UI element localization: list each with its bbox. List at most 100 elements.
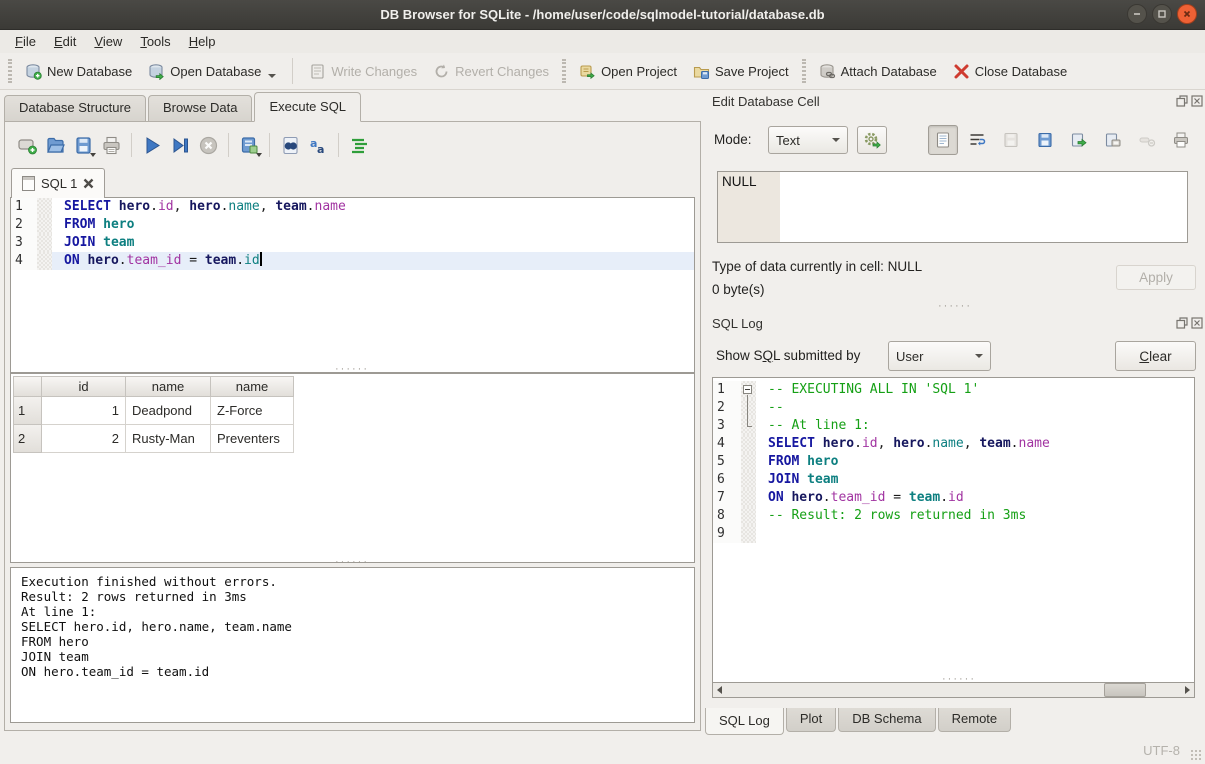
scrollbar-thumb[interactable] xyxy=(1104,683,1146,697)
splitter-handle[interactable]: ······ xyxy=(942,676,976,682)
table-cell[interactable]: 1 xyxy=(42,397,126,425)
minimize-button[interactable] xyxy=(1127,4,1147,24)
dock-tab-bar: SQL LogPlotDB SchemaRemote xyxy=(705,708,1013,735)
table-cell[interactable]: Z-Force xyxy=(211,397,294,425)
splitter-handle[interactable]: ······ xyxy=(335,366,369,372)
scroll-left-arrow[interactable] xyxy=(713,683,726,697)
text-document-button[interactable] xyxy=(928,125,958,155)
table-cell[interactable]: Preventers xyxy=(211,425,294,453)
column-header-name[interactable]: name xyxy=(211,376,294,397)
execute-line-button[interactable] xyxy=(166,131,194,159)
splitter-handle[interactable]: ······ xyxy=(938,303,972,309)
toolbar-drag-handle[interactable] xyxy=(8,59,12,83)
table-cell[interactable]: Deadpond xyxy=(126,397,211,425)
new-db-button[interactable]: New Database xyxy=(17,59,140,84)
fold-margin xyxy=(37,216,52,234)
print-cell-button[interactable] xyxy=(1166,125,1196,155)
find-replace-button[interactable] xyxy=(276,131,304,159)
revert-button[interactable]: Revert Changes xyxy=(425,59,557,84)
attach-button[interactable]: Attach Database xyxy=(811,59,945,84)
clear-log-button[interactable]: Clear xyxy=(1115,341,1196,371)
code-text: -- Result: 2 rows returned in 3ms xyxy=(756,507,1194,525)
menu-file[interactable]: File xyxy=(6,32,45,51)
toolbar-drag-handle[interactable] xyxy=(802,59,806,83)
toolbar-drag-handle[interactable] xyxy=(562,59,566,83)
format-sql-button[interactable] xyxy=(345,131,373,159)
export-cell-button[interactable] xyxy=(1064,125,1094,155)
dock-tab-remote[interactable]: Remote xyxy=(938,708,1012,732)
save-sql-file-button[interactable] xyxy=(69,131,97,159)
fold-collapse-icon[interactable] xyxy=(743,385,752,394)
resize-grip[interactable] xyxy=(1190,749,1202,761)
code-line: 2-- xyxy=(713,399,1194,417)
log-filter-label: Show SQL submitted by xyxy=(716,348,860,363)
menu-help[interactable]: Help xyxy=(180,32,225,51)
close-button[interactable] xyxy=(1177,4,1197,24)
save-cell-button[interactable] xyxy=(996,125,1026,155)
scrollbar-track[interactable] xyxy=(726,683,1181,697)
save-proj-button[interactable]: Save Project xyxy=(685,59,797,84)
float-panel-icon[interactable] xyxy=(1176,95,1188,107)
menu-view[interactable]: View xyxy=(85,32,131,51)
menu-tools[interactable]: Tools xyxy=(131,32,179,51)
chevron-down-icon[interactable] xyxy=(256,153,262,157)
table-cell[interactable]: Rusty-Man xyxy=(126,425,211,453)
sql-file-tab[interactable]: SQL 1 xyxy=(11,168,105,198)
open-external-button[interactable] xyxy=(1098,125,1128,155)
close-panel-icon[interactable] xyxy=(1191,317,1203,329)
open-proj-button[interactable]: Open Project xyxy=(571,59,685,84)
code-text: ON hero.team_id = team.id xyxy=(52,252,694,270)
row-header[interactable]: 2 xyxy=(13,425,42,453)
chevron-down-icon[interactable] xyxy=(90,153,96,157)
cell-mode-select[interactable]: Text xyxy=(768,126,848,154)
apply-button[interactable]: Apply xyxy=(1116,265,1196,290)
log-filter-select[interactable]: User xyxy=(888,341,991,371)
results-corner-cell[interactable] xyxy=(13,376,42,397)
chevron-down-icon[interactable] xyxy=(268,74,276,78)
word-wrap-button[interactable] xyxy=(962,125,992,155)
tab-browse-data[interactable]: Browse Data xyxy=(148,95,252,122)
close-tab-icon[interactable] xyxy=(83,178,94,189)
code-text: SELECT hero.id, hero.name, team.name xyxy=(52,198,694,216)
save-cell-icon xyxy=(1002,131,1020,149)
results-header-row: idnamename xyxy=(13,376,694,397)
dock-tab-plot[interactable]: Plot xyxy=(786,708,836,732)
maximize-button[interactable] xyxy=(1152,4,1172,24)
cell-type-info: Type of data currently in cell: NULL xyxy=(712,259,922,274)
print-cell-icon xyxy=(1172,131,1190,149)
open-sql-file-button[interactable] xyxy=(41,131,69,159)
close-panel-icon[interactable] xyxy=(1191,95,1203,107)
float-panel-icon[interactable] xyxy=(1176,317,1188,329)
menu-edit[interactable]: Edit xyxy=(45,32,85,51)
open-db-button[interactable]: Open Database xyxy=(140,59,284,84)
sql-editor[interactable]: 1SELECT hero.id, hero.name, team.name2FR… xyxy=(10,197,695,373)
new-sql-tab-button[interactable] xyxy=(13,131,41,159)
save-results-button[interactable] xyxy=(235,131,263,159)
autocomplete-button[interactable]: aa xyxy=(304,131,332,159)
table-cell[interactable]: 2 xyxy=(42,425,126,453)
tab-execute-sql[interactable]: Execute SQL xyxy=(254,92,361,122)
titlebar[interactable]: DB Browser for SQLite - /home/user/code/… xyxy=(0,0,1205,30)
scroll-right-arrow[interactable] xyxy=(1181,683,1194,697)
print-sql-button[interactable] xyxy=(97,131,125,159)
tab-database-structure[interactable]: Database Structure xyxy=(4,95,146,122)
column-header-name[interactable]: name xyxy=(126,376,211,397)
line-number: 9 xyxy=(713,525,741,543)
splitter-handle[interactable]: ······ xyxy=(335,559,369,565)
dock-tab-sql-log[interactable]: SQL Log xyxy=(705,708,784,735)
row-header[interactable]: 1 xyxy=(13,397,42,425)
column-header-id[interactable]: id xyxy=(42,376,126,397)
dock-tab-db-schema[interactable]: DB Schema xyxy=(838,708,935,732)
set-null-button[interactable] xyxy=(1132,125,1162,155)
execute-all-button[interactable] xyxy=(138,131,166,159)
stop-button[interactable] xyxy=(194,131,222,159)
execution-log[interactable]: Execution finished without errors. Resul… xyxy=(10,567,695,723)
sql-log-view[interactable]: 1-- EXECUTING ALL IN 'SQL 1'2--3-- At li… xyxy=(712,377,1195,682)
execution-log-text: Execution finished without errors. Resul… xyxy=(21,574,684,679)
close-db-button[interactable]: Close Database xyxy=(945,59,1076,84)
code-line: 7ON hero.team_id = team.id xyxy=(713,489,1194,507)
write-button[interactable]: Write Changes xyxy=(301,59,425,84)
auto-mode-button[interactable] xyxy=(857,126,887,154)
save-as-button[interactable] xyxy=(1030,125,1060,155)
cell-value-editor[interactable]: NULL xyxy=(717,171,1188,243)
